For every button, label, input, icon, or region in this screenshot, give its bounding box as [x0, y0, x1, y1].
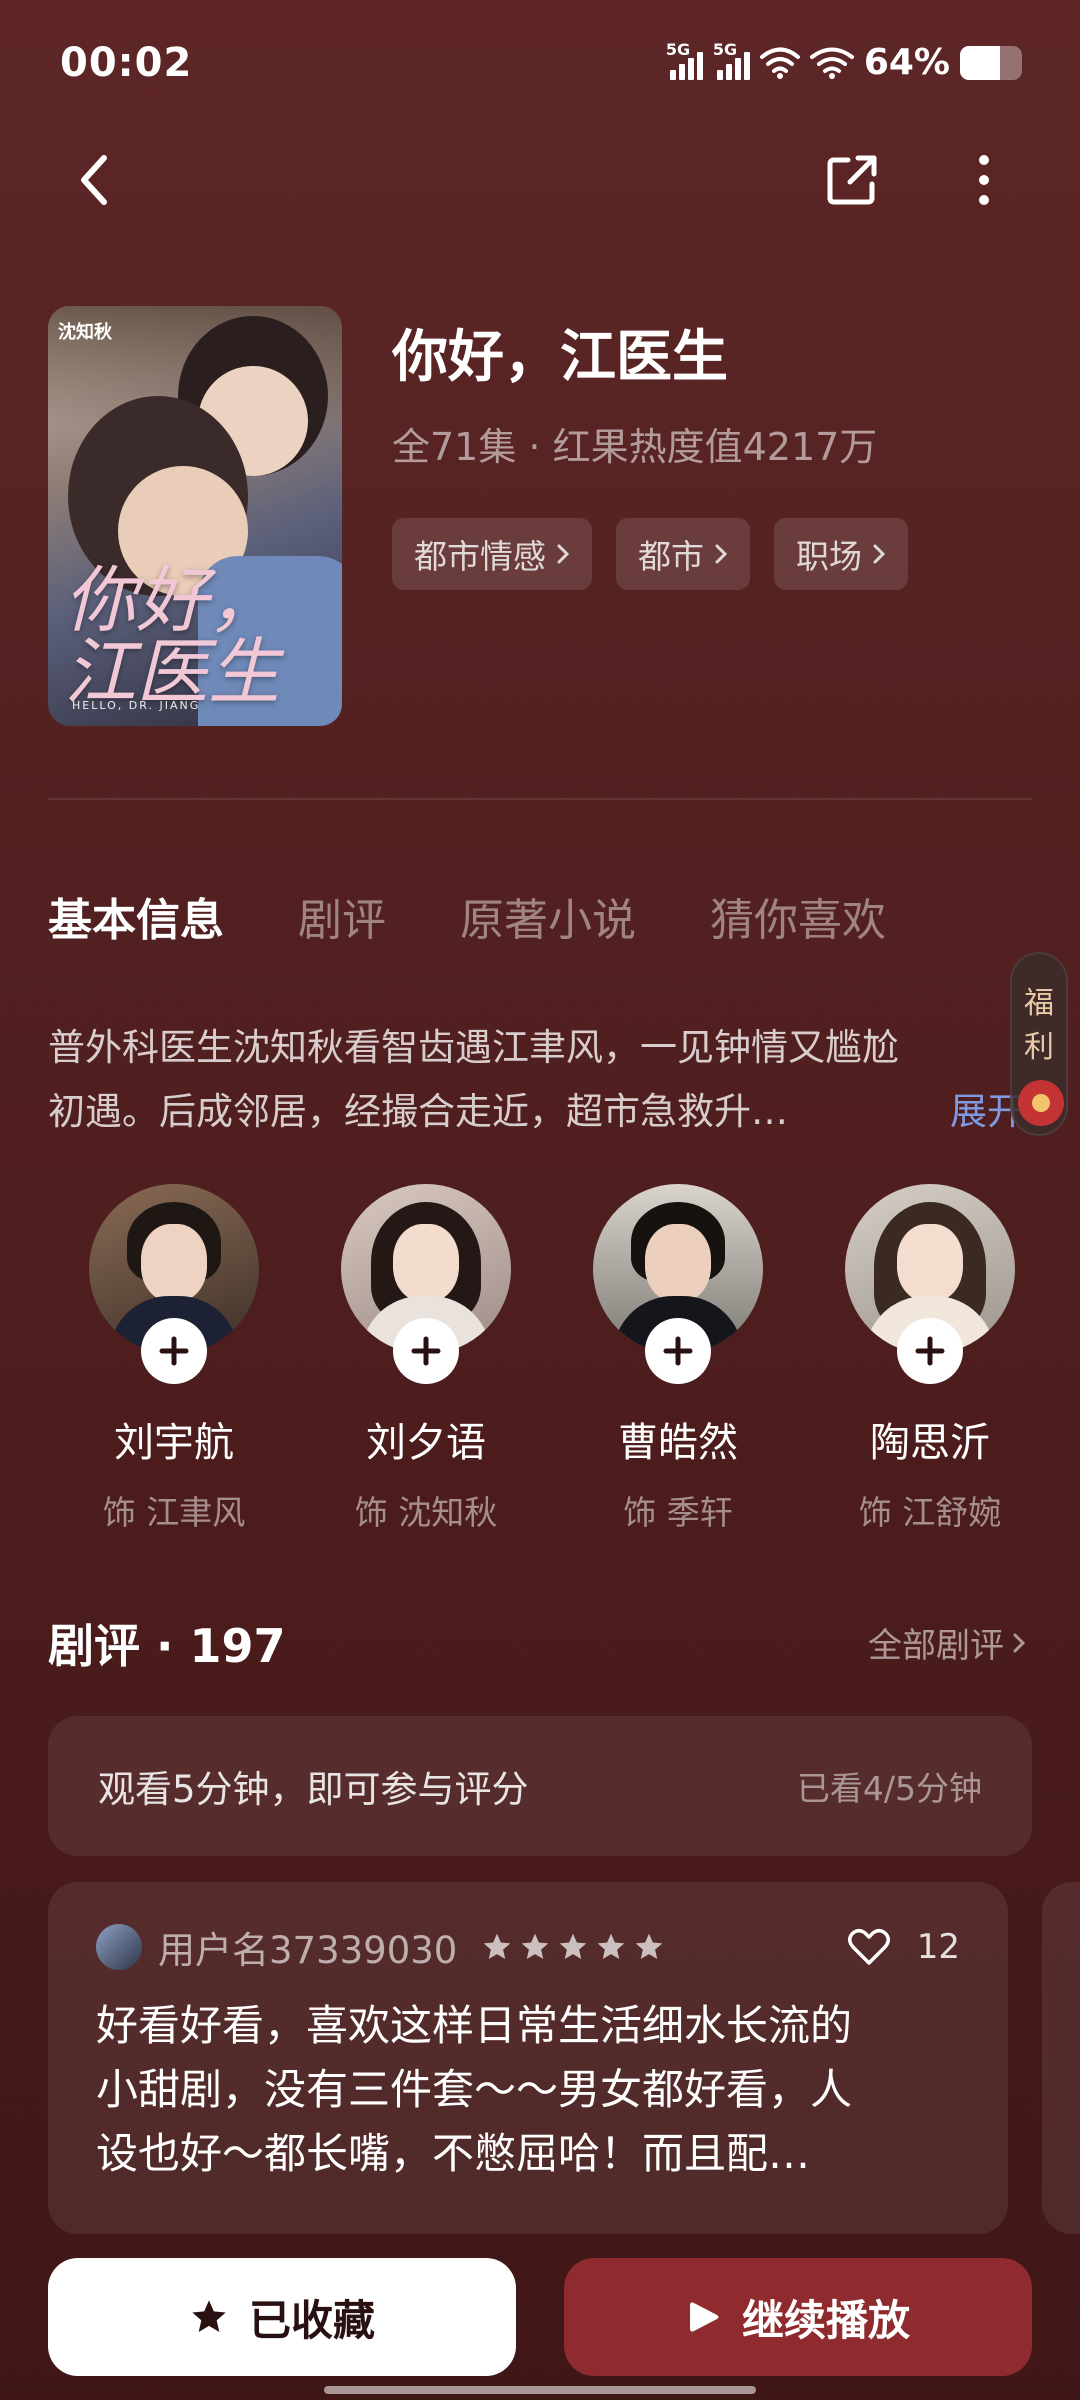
cast-role: 饰 季轩 [623, 1493, 733, 1532]
review-card[interactable]: 用户名37339030 12 好看好看，喜欢这样日常生活细水长流的 小甜剧，没有… [48, 1882, 1008, 2234]
play-icon [689, 2302, 719, 2332]
tag-chip[interactable]: 职场 [774, 518, 908, 590]
tab-reviews[interactable]: 剧评 [298, 884, 386, 948]
cast-item[interactable]: 刘宇航 饰 江聿风 [48, 1184, 300, 1534]
review-line: 设也好～都长嘴，不憋屈哈！而且配… [96, 2129, 811, 2178]
avatar [341, 1184, 511, 1384]
cast-name: 曹皓然 [618, 1420, 738, 1466]
star-icon [483, 1933, 511, 1959]
star-icon [192, 2300, 226, 2332]
avatar [593, 1184, 763, 1384]
red-packet-icon [1018, 1080, 1064, 1126]
cast-item[interactable]: 刘夕语 饰 沈知秋 [300, 1184, 552, 1534]
cast-role: 饰 江聿风 [102, 1493, 246, 1532]
plus-icon [663, 1336, 693, 1366]
chevron-right-icon [1013, 1633, 1026, 1652]
follow-button[interactable] [393, 1318, 459, 1384]
cast-name: 刘宇航 [114, 1420, 234, 1466]
cast-name: 陶思沂 [870, 1420, 990, 1466]
status-icons: 5G 5G 64% [666, 40, 1022, 83]
avatar [89, 1184, 259, 1384]
tag-label: 都市 [638, 537, 704, 576]
tag-chip[interactable]: 都市情感 [392, 518, 592, 590]
like-button[interactable]: 12 [847, 1927, 960, 1967]
chevron-right-icon [873, 544, 886, 564]
signal-icon: 5G [666, 40, 703, 80]
cast-role: 饰 江舒婉 [858, 1493, 1002, 1532]
share-icon [827, 155, 877, 205]
back-button[interactable] [54, 140, 134, 220]
signal-icon: 5G [713, 40, 750, 80]
welfare-label: 福 [1024, 986, 1054, 1021]
cast-role: 饰 沈知秋 [354, 1493, 498, 1532]
follow-button[interactable] [897, 1318, 963, 1384]
wifi-icon [809, 47, 854, 79]
all-reviews-link[interactable]: 全部剧评 [868, 1618, 1026, 1667]
favorite-label: 已收藏 [248, 2295, 375, 2345]
review-line: 好看好看，喜欢这样日常生活细水长流的 [96, 2001, 853, 2050]
star-icon [521, 1933, 549, 1959]
drama-meta: 全71集 · 红果热度值4217万 [392, 425, 878, 469]
welfare-label: 利 [1024, 1030, 1054, 1065]
tag-label: 都市情感 [414, 537, 546, 576]
heart-icon [847, 1929, 890, 1965]
poster-caption: 沈知秋 [58, 322, 112, 343]
follow-button[interactable] [645, 1318, 711, 1384]
chevron-right-icon [715, 544, 728, 564]
battery-percent: 64% [863, 42, 950, 83]
review-card-next[interactable] [1042, 1882, 1080, 2234]
star-rating [481, 1931, 665, 1963]
cast-list: 刘宇航 饰 江聿风 刘夕语 饰 沈知秋 曹皓然 饰 季轩 陶思沂 饰 江舒婉 [48, 1184, 1058, 1534]
tag-list: 都市情感 都市 职场 [392, 518, 908, 590]
reviewer-name: 用户名37339030 [158, 1929, 458, 1972]
tab-bar: 基本信息 剧评 原著小说 猜你喜欢 [48, 884, 886, 948]
more-icon [979, 155, 989, 205]
cast-item[interactable]: 曹皓然 饰 季轩 [552, 1184, 804, 1534]
review-text: 好看好看，喜欢这样日常生活细水长流的 小甜剧，没有三件套～～男女都好看，人 设也… [96, 1994, 960, 2186]
star-icon [559, 1933, 587, 1959]
play-label: 继续播放 [741, 2295, 910, 2345]
star-icon [635, 1933, 663, 1959]
chevron-right-icon [557, 544, 570, 564]
star-icon [597, 1933, 625, 1959]
poster-title: 你好，江医生 [64, 558, 281, 714]
more-button[interactable] [944, 140, 1024, 220]
status-time: 00:02 [60, 40, 193, 86]
cast-item[interactable]: 陶思沂 饰 江舒婉 [804, 1184, 1056, 1534]
welfare-float-button[interactable]: 福 利 [1010, 952, 1068, 1136]
share-button[interactable] [812, 140, 892, 220]
cast-name: 刘夕语 [366, 1420, 486, 1466]
tab-recommendations[interactable]: 猜你喜欢 [710, 884, 886, 948]
continue-play-button[interactable]: 继续播放 [564, 2258, 1032, 2376]
synopsis: 普外科医生沈知秋看智齿遇江聿风，一见钟情又尴尬 初遇。后成邻居，经撮合走近，超市… [48, 1016, 1018, 1144]
follow-button[interactable] [141, 1318, 207, 1384]
tag-chip[interactable]: 都市 [616, 518, 750, 590]
synopsis-line: 普外科医生沈知秋看智齿遇江聿风，一见钟情又尴尬 [48, 1026, 899, 1069]
drama-poster[interactable]: 沈知秋 你好，江医生 HELLO, DR. JIANG [48, 306, 342, 726]
home-indicator[interactable] [324, 2386, 756, 2394]
review-line: 小甜剧，没有三件套～～男女都好看，人 [96, 2065, 853, 2114]
rating-prompt: 观看5分钟，即可参与评分 [98, 1768, 529, 1811]
tag-label: 职场 [796, 537, 862, 576]
reviews-header: 剧评 · 197 [48, 1619, 286, 1673]
back-icon [81, 155, 107, 205]
like-count: 12 [916, 1927, 960, 1967]
plus-icon [411, 1336, 441, 1366]
battery-icon [960, 45, 1022, 80]
tab-original-novel[interactable]: 原著小说 [460, 884, 636, 948]
poster-subtitle: HELLO, DR. JIANG [72, 699, 201, 712]
watch-progress: 已看4/5分钟 [796, 1769, 982, 1808]
all-reviews-label: 全部剧评 [868, 1626, 1004, 1666]
favorite-button[interactable]: 已收藏 [48, 2258, 516, 2376]
rating-prompt-card[interactable]: 观看5分钟，即可参与评分 已看4/5分钟 [48, 1716, 1032, 1856]
plus-icon [159, 1336, 189, 1366]
divider [48, 798, 1032, 800]
synopsis-line: 初遇。后成邻居，经撮合走近，超市急救升… [48, 1090, 788, 1133]
avatar [845, 1184, 1015, 1384]
wifi-icon [759, 47, 800, 79]
tab-basic-info[interactable]: 基本信息 [48, 884, 224, 948]
drama-title: 你好，江医生 [392, 325, 728, 390]
reviewer-avatar [96, 1924, 142, 1970]
plus-icon [915, 1336, 945, 1366]
